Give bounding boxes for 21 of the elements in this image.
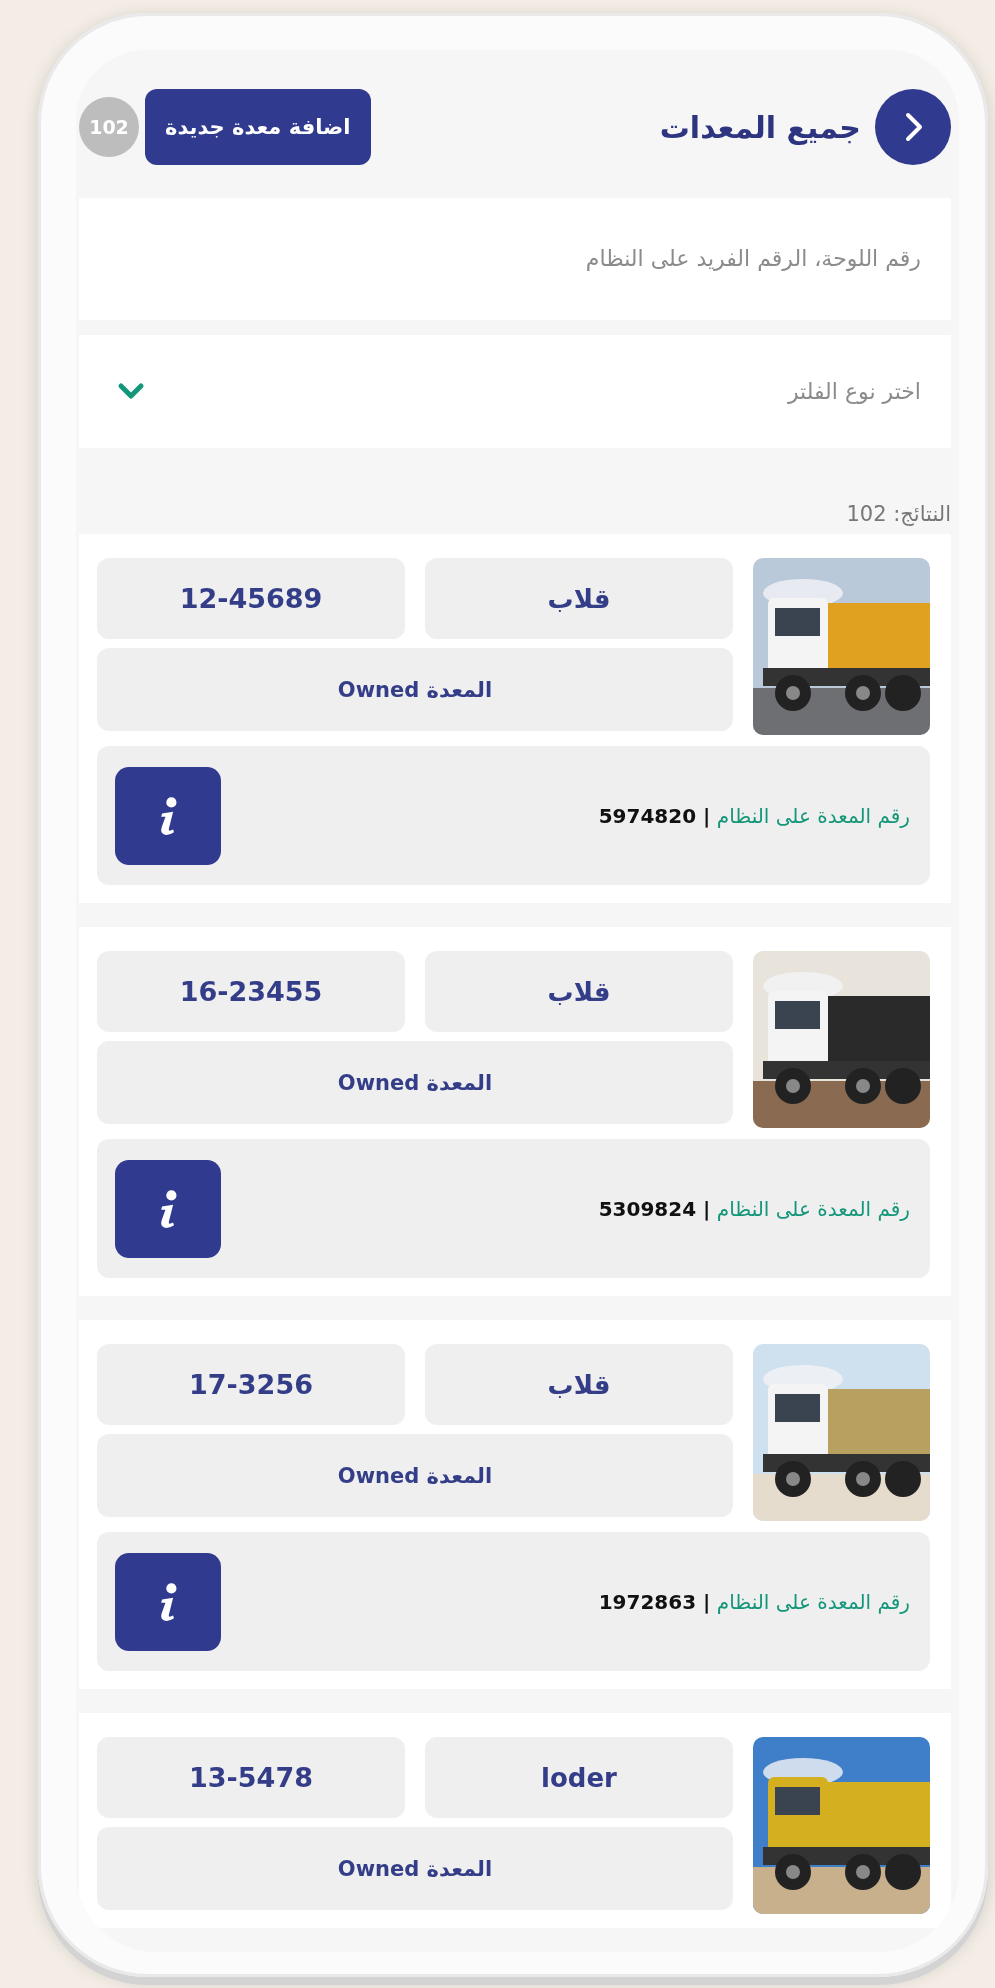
info-button[interactable]: [115, 1159, 221, 1258]
chevron-down-icon: [117, 381, 145, 402]
info-button[interactable]: [115, 766, 221, 865]
equipment-type: قلاب: [425, 951, 733, 1032]
equipment-type: loder: [425, 1737, 733, 1818]
ownership-status: المعدة Owned: [97, 1827, 733, 1910]
plate-number: 12-45689: [97, 558, 405, 639]
info-button[interactable]: [115, 1552, 221, 1651]
plate-number: 16-23455: [97, 951, 405, 1032]
results-count: النتائج: 102: [845, 502, 951, 526]
plate-number: 17-3256: [97, 1344, 405, 1425]
page-title: جميع المعدات: [659, 109, 861, 145]
ownership-status: المعدة Owned: [97, 648, 733, 731]
search-field[interactable]: رقم اللوحة، الرقم الفريد على النظام: [79, 198, 951, 320]
add-equipment-button[interactable]: اضافة معدة جديدة: [145, 89, 371, 166]
equipment-type: قلاب: [425, 1344, 733, 1425]
ownership-status: المعدة Owned: [97, 1434, 733, 1517]
plate-number: 13-5478: [97, 1737, 405, 1818]
ownership-status: المعدة Owned: [97, 1041, 733, 1124]
count-badge: 102: [79, 97, 139, 158]
equipment-type: قلاب: [425, 558, 733, 639]
